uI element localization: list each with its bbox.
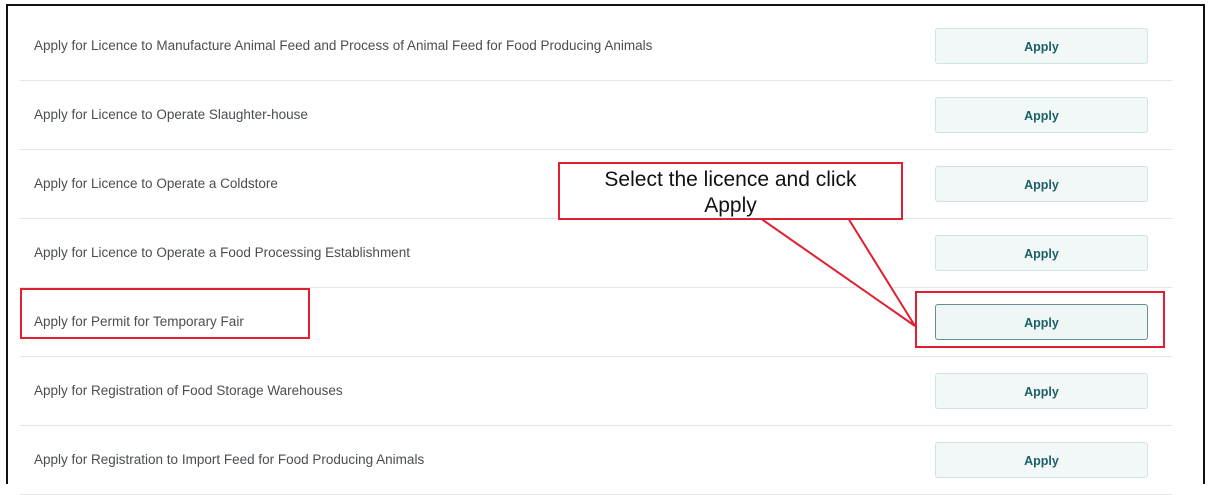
callout-pointer xyxy=(756,217,916,327)
callout-line-2: Apply xyxy=(704,194,757,217)
callout-line-1: Select the licence and click xyxy=(604,168,857,191)
callout-box: Select the licence and click Apply xyxy=(558,162,903,220)
